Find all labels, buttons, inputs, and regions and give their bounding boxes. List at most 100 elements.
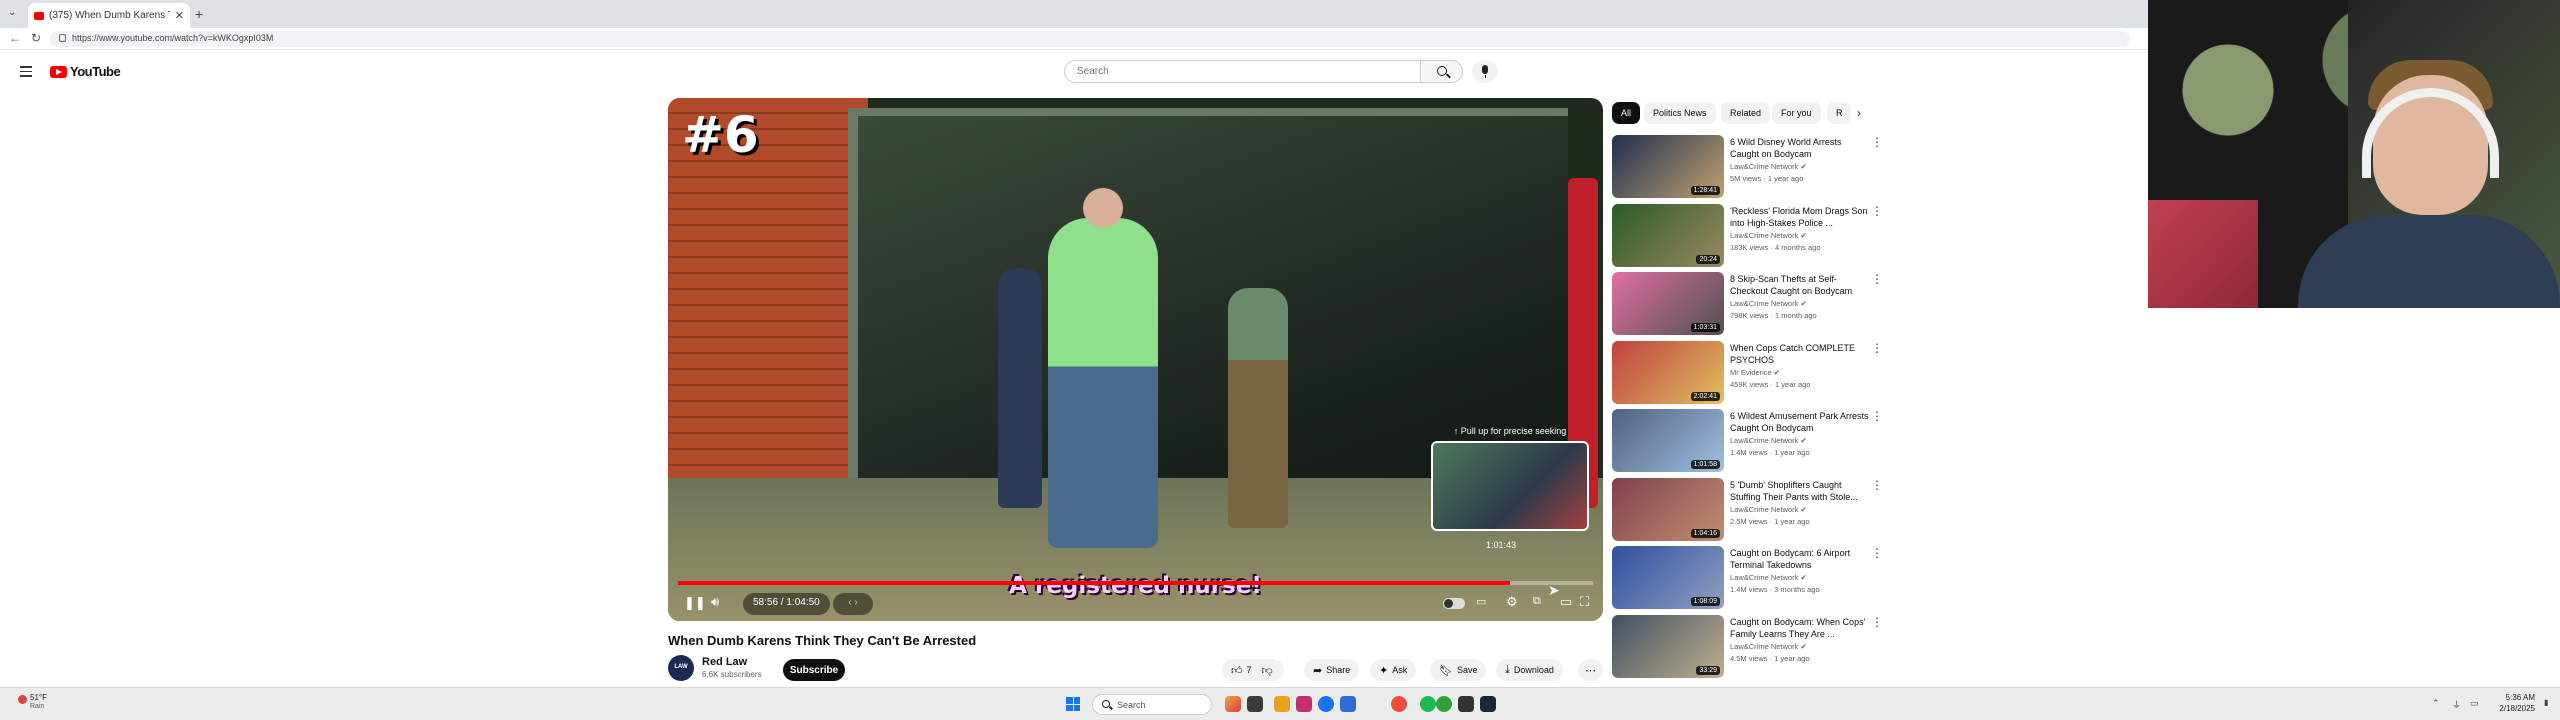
- recommendation-channel[interactable]: Law&Crime Network ✔: [1730, 231, 1807, 240]
- recommendation-channel[interactable]: Law&Crime Network ✔: [1730, 299, 1807, 308]
- chip-all[interactable]: All: [1612, 102, 1641, 124]
- more-vertical-icon[interactable]: ⋮: [1871, 135, 1883, 149]
- recommendation-title[interactable]: When Cops Catch COMPLETE PSYCHOS: [1730, 342, 1870, 366]
- miniplayer-icon[interactable]: ⧉: [1533, 595, 1541, 608]
- menu-icon[interactable]: [20, 66, 32, 80]
- recommendation-item[interactable]: 1:04:16 5 'Dumb' Shoplifters Caught Stuff…: [1612, 477, 1883, 542]
- task-view-icon[interactable]: [1225, 696, 1241, 712]
- close-tab-icon[interactable]: ✕: [175, 9, 184, 22]
- recommendation-title[interactable]: 5 'Dumb' Shoplifters Caught Stuffing The…: [1730, 479, 1870, 503]
- url-field[interactable]: https://www.youtube.com/watch?v=kWKOgxpI…: [50, 31, 2130, 47]
- more-vertical-icon[interactable]: ⋮: [1871, 341, 1883, 355]
- more-vertical-icon[interactable]: ⋮: [1871, 615, 1883, 629]
- recommendation-title[interactable]: 8 Skip-Scan Thefts at Self-Checkout Caug…: [1730, 273, 1870, 297]
- recommendation-item[interactable]: 1:08:09 Caught on Bodycam: 6 Airport Term…: [1612, 546, 1883, 610]
- weather-temperature[interactable]: 51°F: [30, 693, 47, 702]
- tab-search-chevron-icon[interactable]: ⌄: [8, 7, 16, 18]
- recommendation-item[interactable]: 1:03:31 8 Skip-Scan Thefts at Self-Checko…: [1612, 272, 1883, 336]
- recommendation-title[interactable]: Caught on Bodycam: When Cops' Family Lea…: [1730, 616, 1870, 640]
- tray-network-icon[interactable]: ▭: [2470, 698, 2479, 709]
- tray-chevron-icon[interactable]: ⌃: [2432, 698, 2440, 709]
- share-button[interactable]: ➦ Share: [1304, 659, 1360, 681]
- youtube-logo[interactable]: YouTube: [50, 64, 121, 79]
- recommendation-channel[interactable]: Law&Crime Network ✔: [1730, 505, 1807, 514]
- recommendation-thumbnail[interactable]: 1:03:31: [1612, 272, 1724, 335]
- recommendation-title[interactable]: 6 Wild Disney World Arrests Caught on Bo…: [1730, 136, 1870, 160]
- more-vertical-icon[interactable]: ⋮: [1871, 204, 1883, 218]
- weather-icon[interactable]: [18, 695, 27, 704]
- theater-mode-icon[interactable]: ▭: [1560, 594, 1572, 610]
- recommendation-channel[interactable]: Law&Crime Network ✔: [1730, 573, 1807, 582]
- store-icon[interactable]: [1340, 696, 1356, 712]
- download-button[interactable]: ⤓ Download: [1496, 659, 1563, 681]
- recommendation-thumbnail[interactable]: 1:04:16: [1612, 477, 1724, 541]
- recommendation-thumbnail[interactable]: 1:28:41: [1612, 135, 1724, 198]
- chevron-right-icon[interactable]: ›: [1857, 106, 1861, 120]
- recommendation-thumbnail[interactable]: 20:24: [1612, 203, 1724, 267]
- folder-icon[interactable]: [1274, 696, 1290, 712]
- reload-icon[interactable]: ↻: [31, 31, 41, 45]
- channel-name[interactable]: Red Law: [702, 656, 747, 668]
- steam-icon[interactable]: [1480, 696, 1496, 712]
- edge-browser-icon[interactable]: [1318, 696, 1334, 712]
- thumbs-up-icon[interactable]: 👍︎: [1231, 664, 1243, 677]
- save-button[interactable]: 🔖︎ Save: [1430, 659, 1487, 681]
- recommendation-item[interactable]: 1:28:41 6 Wild Disney World Arrests Caugh…: [1612, 135, 1883, 199]
- recommendation-thumbnail[interactable]: 2:02:41: [1612, 340, 1724, 404]
- channel-avatar[interactable]: LAW: [668, 655, 694, 681]
- thumbs-down-icon[interactable]: 👎︎: [1262, 664, 1273, 677]
- ask-button[interactable]: ✦ Ask: [1370, 659, 1417, 681]
- search-input[interactable]: [1064, 60, 1421, 83]
- fullscreen-icon[interactable]: ⛶: [1580, 594, 1589, 610]
- media-app-icon[interactable]: [1458, 696, 1474, 712]
- clock-date[interactable]: 2/18/2025: [2485, 704, 2535, 713]
- windows-start-icon[interactable]: [1066, 697, 1080, 711]
- pause-icon[interactable]: ❚❚: [684, 595, 706, 611]
- progress-bar[interactable]: [678, 581, 1593, 585]
- recommendation-item[interactable]: 1:01:58 6 Wildest Amusement Park Arrests …: [1612, 409, 1883, 473]
- recommendation-item[interactable]: 2:02:41 When Cops Catch COMPLETE PSYCHOS M…: [1612, 340, 1883, 405]
- recommendation-item[interactable]: 20:24 'Reckless' Florida Mom Drags Son in…: [1612, 203, 1883, 268]
- browser-tab[interactable]: (375) When Dumb Karens Thi ✕: [28, 3, 190, 28]
- chip-politics-news[interactable]: Politics News: [1644, 102, 1716, 124]
- more-vertical-icon[interactable]: ⋮: [1871, 546, 1883, 560]
- taskbar-search[interactable]: Search: [1092, 694, 1212, 715]
- recommendation-item[interactable]: 33:29 Caught on Bodycam: When Cops' Famil…: [1612, 614, 1883, 679]
- settings-gear-icon[interactable]: ⚙: [1506, 594, 1518, 610]
- volume-icon[interactable]: 🔊︎: [711, 594, 719, 610]
- more-vertical-icon[interactable]: ⋮: [1871, 409, 1883, 423]
- new-tab-icon[interactable]: +: [195, 6, 203, 22]
- recommendation-title[interactable]: 6 Wildest Amusement Park Arrests Caught …: [1730, 410, 1870, 434]
- chip-related[interactable]: Related: [1721, 102, 1771, 124]
- clock-time[interactable]: 5:36 AM: [2485, 693, 2535, 702]
- notifications-icon[interactable]: ▮: [2544, 698, 2548, 707]
- voice-search-button[interactable]: [1472, 60, 1498, 83]
- captions-icon[interactable]: ▭: [1476, 595, 1486, 608]
- search-button[interactable]: [1421, 60, 1463, 83]
- tray-usb-icon[interactable]: ⏚: [2452, 698, 2461, 711]
- chrome-browser-icon[interactable]: [1391, 696, 1407, 712]
- back-arrow-icon[interactable]: ←: [9, 31, 21, 45]
- recommendation-channel[interactable]: Law&Crime Network ✔: [1730, 162, 1807, 171]
- file-explorer-icon[interactable]: [1247, 696, 1263, 712]
- autoplay-toggle-icon[interactable]: [1443, 598, 1465, 609]
- recommendation-thumbnail[interactable]: 33:29: [1612, 614, 1724, 678]
- copilot-icon[interactable]: [1296, 696, 1312, 712]
- more-vertical-icon[interactable]: ⋮: [1871, 272, 1883, 286]
- video-player[interactable]: #6 ↑ Pull up for precise seeking 1:01:43…: [668, 98, 1603, 621]
- more-actions-button[interactable]: ⋯: [1578, 659, 1603, 681]
- recommendation-title[interactable]: Caught on Bodycam: 6 Airport Terminal Ta…: [1730, 547, 1870, 571]
- recommendation-title[interactable]: 'Reckless' Florida Mom Drags Son into Hi…: [1730, 205, 1870, 229]
- recommendation-channel[interactable]: Law&Crime Network ✔: [1730, 642, 1807, 651]
- xbox-icon[interactable]: [1436, 696, 1452, 712]
- recommendation-thumbnail[interactable]: 1:08:09: [1612, 546, 1724, 609]
- spotify-icon[interactable]: [1420, 696, 1436, 712]
- recommendation-thumbnail[interactable]: 1:01:58: [1612, 409, 1724, 472]
- more-vertical-icon[interactable]: ⋮: [1871, 478, 1883, 492]
- chip-truncated[interactable]: R: [1827, 102, 1851, 124]
- subscribe-button[interactable]: Subscribe: [783, 659, 845, 681]
- recommendation-channel[interactable]: Law&Crime Network ✔: [1730, 436, 1807, 445]
- chapter-navigation[interactable]: ‹ ›: [833, 593, 873, 615]
- recommendation-channel[interactable]: Mr Evidence ✔: [1730, 368, 1780, 377]
- chip-for-you[interactable]: For you: [1772, 102, 1821, 124]
